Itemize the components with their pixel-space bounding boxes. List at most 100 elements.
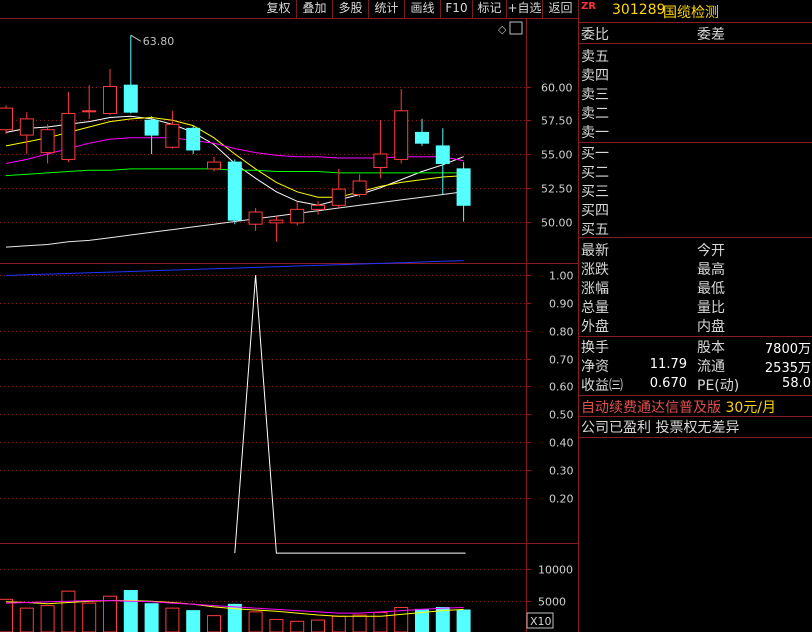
volume-bar [82,602,97,632]
stat-label: 量比 [697,300,725,316]
max-price-label: 63.80 [143,35,175,48]
volume-bar [207,615,221,632]
sell-level-label: 卖二 [581,106,609,122]
indicator-tick-label: 0.80 [549,326,574,339]
ma-line [5,260,464,276]
volume-bar [456,609,471,632]
candle-body [352,180,367,195]
candle-body [227,161,242,221]
volume-tick-label: 10000 [538,564,573,577]
kline-chart-area[interactable]: ◇ 60.00 57.50 55.00 52.50 50.00 63.80 1.00 0.90 0… [0,0,579,632]
sell-level-label: 卖四 [581,68,609,84]
stat-label: 总量 [581,300,609,316]
buy-level-label: 买五 [581,222,609,238]
price-tick-label: 55.00 [541,149,573,162]
fin-label: 换手 [581,340,609,356]
candle-body [311,204,325,210]
buy-level-label: 买四 [581,203,609,219]
sell-level-label: 卖五 [581,49,609,65]
toolbar-button[interactable]: 返回 [543,0,579,18]
candle-body [144,119,159,136]
candle-body [415,131,429,144]
sell-level-label: 卖一 [581,125,609,141]
candle-body [19,118,34,136]
volume-bar [165,607,180,632]
fin-label: 流通 [697,359,725,375]
toolbar-button[interactable]: 复权 [261,0,297,18]
volume-bar [311,619,325,632]
volume-bar [331,615,346,632]
divider [579,237,812,238]
candle-body [269,219,284,224]
volume-bar [40,605,55,632]
fin-value: 0.670 [649,376,687,391]
candle-body [207,161,221,170]
volume-bars[interactable] [0,590,471,632]
stock-code[interactable]: 301289 [612,2,665,18]
candle-body [394,110,409,160]
fin-value: 58.0 [782,376,811,391]
volume-bar [186,610,201,632]
volume-tick-label: 5000 [538,596,566,609]
toolbar-button[interactable]: F10 [441,0,473,18]
volume-bar [103,595,117,632]
volume-unit-label: X10 [530,615,552,628]
promo-price: 30元/月 [725,400,776,416]
diamond-icon: ◇ [498,23,507,36]
sell-level-label: 卖三 [581,87,609,103]
candle-body [165,123,180,148]
volume-bar [248,611,263,632]
divider [579,43,812,44]
company-note: 公司已盈利 投票权无差异 [581,420,740,436]
fin-value: 11.79 [649,357,687,372]
chart-grid [0,0,579,632]
toolbar-button[interactable]: 标记 [473,0,507,18]
candlestick-series[interactable] [0,34,471,242]
buy-level-label: 买三 [581,184,609,200]
stat-label: 涨幅 [581,281,609,297]
stat-label: 内盘 [697,319,725,335]
indicator-line [234,275,466,554]
fin-value: 7800万 [764,342,811,357]
candle-body [456,168,471,206]
candle-body [248,211,263,225]
stat-label: 外盘 [581,319,609,335]
volume-bar [290,620,305,632]
price-tick-label: 52.50 [541,183,573,196]
weibi-label: 委比 [581,27,609,43]
toolbar-button[interactable]: 叠加 [297,0,333,18]
price-tick-label: 50.00 [541,217,573,230]
divider [579,22,812,23]
candle-body [435,145,450,164]
buy-level-label: 买一 [581,146,609,162]
volume-bar [144,603,159,632]
toolbar-button[interactable]: 画线 [405,0,441,18]
candle-body [0,107,13,131]
toolbar-button[interactable]: 多股 [333,0,369,18]
volume-bar [269,618,284,632]
buy-level-label: 买二 [581,165,609,181]
candle-body [186,127,201,151]
fin-label: 股本 [697,340,725,356]
volume-bar [123,590,138,632]
indicator-tick-label: 0.30 [549,465,574,478]
candle-body [373,153,388,168]
fin-label: 净资 [581,359,609,375]
indicator-tick-label: 0.50 [549,409,574,422]
indicator-tick-label: 1.00 [549,270,574,283]
stock-name[interactable]: 国缆检测 [663,2,719,22]
volume-bar [352,614,367,632]
divider [579,437,812,438]
candle-body [103,86,117,114]
stat-label: 涨跌 [581,262,609,278]
fin-label: 收益㈢ [581,378,623,394]
toolbar-button[interactable]: +自选 [507,0,543,18]
fin-value: 2535万 [764,361,811,376]
max-annotation-line [130,34,142,42]
candle-body [331,188,346,206]
price-tick-label: 57.50 [541,115,573,128]
subscription-promo[interactable]: 自动续费通达信普及版 30元/月 [581,397,776,417]
toolbar-button[interactable]: 统计 [369,0,405,18]
indicator-tick-label: 0.70 [549,354,574,367]
volume-bar [61,590,76,632]
